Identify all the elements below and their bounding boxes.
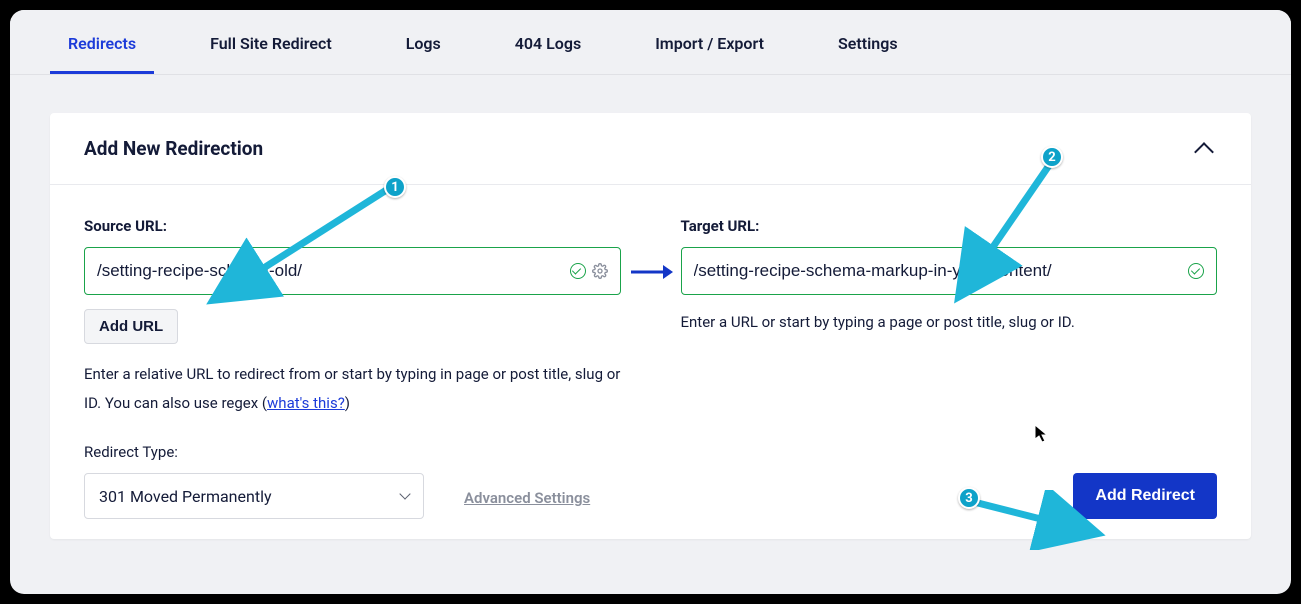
panel-header[interactable]: Add New Redirection [50, 113, 1251, 185]
arrow-between-icon [629, 263, 673, 281]
source-help-text: Enter a relative URL to redirect from or… [84, 360, 621, 417]
redirect-type-group: Redirect Type: 301 Moved Permanently [84, 443, 424, 519]
target-help-text: Enter a URL or start by typing a page or… [681, 313, 1218, 331]
chevron-down-icon [399, 488, 410, 499]
redirect-type-label: Redirect Type: [84, 443, 424, 461]
source-url-label: Source URL: [84, 217, 621, 235]
app-window: Redirects Full Site Redirect Logs 404 Lo… [10, 10, 1291, 594]
tab-settings[interactable]: Settings [820, 34, 916, 74]
target-url-input-wrap [681, 247, 1218, 295]
tab-404-logs[interactable]: 404 Logs [497, 34, 599, 74]
advanced-settings-link[interactable]: Advanced Settings [464, 489, 590, 519]
gear-icon[interactable] [592, 263, 608, 279]
valid-check-icon [1188, 263, 1204, 279]
target-url-input[interactable] [694, 261, 1183, 281]
source-column: Source URL: Add URL Enter a relative URL… [84, 217, 621, 519]
redirect-type-selected: 301 Moved Permanently [99, 487, 272, 506]
target-column: Target URL: Enter a URL or start by typi… [681, 217, 1218, 519]
target-url-label: Target URL: [681, 217, 1218, 235]
panel-title: Add New Redirection [84, 137, 263, 160]
tab-full-site-redirect[interactable]: Full Site Redirect [192, 34, 350, 74]
add-redirection-panel: Add New Redirection Source URL: A [50, 113, 1251, 539]
source-help-prefix: Enter a relative URL to redirect from or… [84, 365, 620, 412]
source-url-input-wrap [84, 247, 621, 295]
chevron-up-icon[interactable] [1194, 142, 1214, 162]
valid-check-icon [570, 263, 586, 279]
panel-body: Source URL: Add URL Enter a relative URL… [50, 185, 1251, 539]
tab-redirects[interactable]: Redirects [50, 34, 154, 74]
add-redirect-button[interactable]: Add Redirect [1073, 473, 1217, 519]
redirect-type-select[interactable]: 301 Moved Permanently [84, 473, 424, 519]
tab-bar: Redirects Full Site Redirect Logs 404 Lo… [10, 10, 1291, 75]
add-url-button[interactable]: Add URL [84, 309, 178, 344]
source-help-suffix: ) [345, 394, 350, 412]
source-url-input[interactable] [97, 261, 564, 281]
tab-import-export[interactable]: Import / Export [637, 34, 782, 74]
redirect-type-row: Redirect Type: 301 Moved Permanently Adv… [84, 443, 621, 519]
tab-logs[interactable]: Logs [388, 34, 459, 74]
whats-this-link[interactable]: what's this? [267, 394, 345, 412]
